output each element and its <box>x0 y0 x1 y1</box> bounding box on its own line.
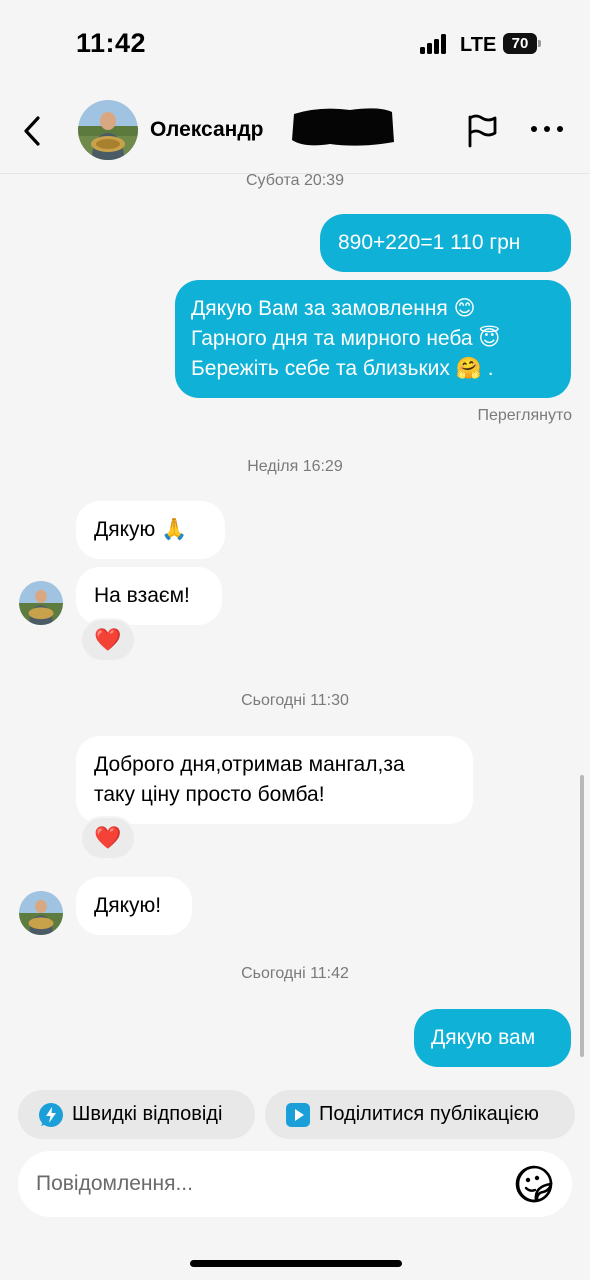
timestamp-separator: Сьогодні 11:30 <box>241 692 349 709</box>
heart-reaction-icon: ❤️ <box>94 826 122 851</box>
message-composer <box>18 1151 572 1217</box>
message-text-line: Дякую Вам за замовлення 😊 <box>191 297 476 320</box>
battery-percent: 70 <box>511 35 529 52</box>
chevron-left-icon <box>24 116 40 146</box>
message-input[interactable] <box>36 1151 506 1217</box>
name-redaction-mark <box>292 108 394 146</box>
message-text: Дякую! <box>94 894 162 917</box>
contact-avatar-small[interactable] <box>19 891 63 935</box>
message-incoming[interactable]: На взаєм! <box>76 567 222 625</box>
flag-icon <box>468 114 497 148</box>
chat-header: Олександр <box>0 88 590 174</box>
sticker-button[interactable] <box>515 1165 553 1203</box>
status-time: 11:42 <box>76 28 147 58</box>
message-outgoing[interactable]: Дякую Вам за замовлення 😊 Гарного дня та… <box>175 280 571 398</box>
share-post-label: Поділитися публікацією <box>319 1103 539 1125</box>
message-outgoing[interactable]: 890+220=1 110 грн <box>320 214 571 272</box>
lightning-bubble-icon <box>39 1103 63 1127</box>
timestamp-separator: Субота 20:39 <box>246 172 344 189</box>
message-text: 890+220=1 110 грн <box>338 231 521 254</box>
quick-replies-label: Швидкі відповіді <box>72 1103 223 1125</box>
timestamp-separator: Неділя 16:29 <box>247 458 343 475</box>
message-outgoing[interactable]: Дякую вам <box>414 1009 571 1067</box>
share-post-button[interactable]: Поділитися публікацією <box>265 1090 575 1139</box>
cellular-signal-icon <box>420 34 450 54</box>
more-horizontal-icon <box>531 126 537 132</box>
message-text: На взаєм! <box>94 584 190 607</box>
chat-screen: 11:42 LTE 70 Олександр Субота 20:39 890+… <box>0 0 590 1280</box>
message-incoming[interactable]: Дякую! <box>76 877 192 935</box>
message-text-line: таку ціну просто бомба! <box>94 783 325 806</box>
timestamp-separator: Сьогодні 11:42 <box>241 965 349 982</box>
scrollbar[interactable] <box>580 775 584 1057</box>
message-incoming[interactable]: Доброго дня,отримав мангал,за таку ціну … <box>76 736 473 824</box>
message-text: Дякую 🙏 <box>94 518 188 541</box>
message-text-line: Доброго дня,отримав мангал,за <box>94 753 405 776</box>
message-reaction[interactable]: ❤️ <box>80 816 136 860</box>
report-flag-button[interactable] <box>464 112 500 148</box>
seen-status: Переглянуто <box>477 407 572 424</box>
contact-avatar-small[interactable] <box>19 581 63 625</box>
contact-avatar[interactable] <box>78 100 138 160</box>
share-post-icon <box>286 1103 310 1127</box>
message-text-line: Гарного дня та мирного неба 😇 <box>191 327 501 350</box>
heart-reaction-icon: ❤️ <box>94 628 122 653</box>
message-text-line: Бережіть себе та близьких 🤗 . <box>191 357 494 380</box>
message-reaction[interactable]: ❤️ <box>80 618 136 662</box>
contact-name[interactable]: Олександр <box>150 118 264 142</box>
network-type: LTE <box>460 34 497 56</box>
home-indicator <box>190 1260 402 1267</box>
message-text: Дякую вам <box>431 1026 536 1049</box>
message-incoming[interactable]: Дякую 🙏 <box>76 501 225 559</box>
sticker-icon <box>515 1165 553 1203</box>
quick-replies-button[interactable]: Швидкі відповіді <box>18 1090 255 1139</box>
status-bar: 11:42 LTE 70 <box>0 0 590 88</box>
more-options-button[interactable] <box>531 126 565 136</box>
back-button[interactable] <box>18 114 50 148</box>
battery-icon: 70 <box>503 33 541 54</box>
